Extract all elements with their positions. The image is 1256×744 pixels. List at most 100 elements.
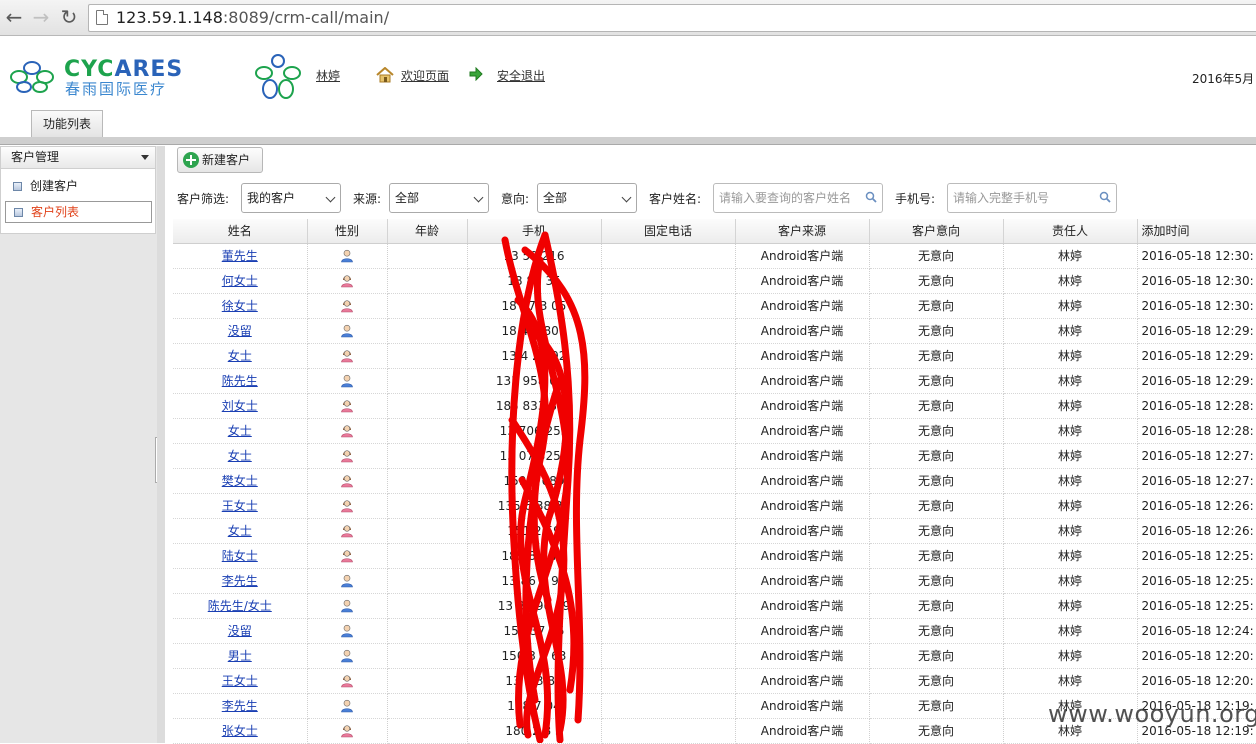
table-row[interactable]: 女士 151 2 59 Android客户端 无意向 林婷 2016-05-18 12:2… [173, 518, 1256, 544]
cell-name[interactable]: 陈先生 [173, 368, 308, 394]
customer-name-link[interactable]: 女士 [228, 349, 252, 363]
cell-name[interactable]: 樊女士 [173, 468, 308, 494]
cell-name[interactable]: 女士 [173, 443, 308, 469]
tab-function-list[interactable]: 功能列表 [31, 110, 103, 137]
cell-landline [601, 493, 736, 519]
cell-source: Android客户端 [735, 293, 870, 319]
cell-age [387, 518, 468, 544]
header-splitter[interactable] [0, 137, 1256, 145]
cell-name[interactable]: 男士 [173, 643, 308, 669]
customer-name-input[interactable] [713, 183, 883, 213]
cell-name[interactable]: 何女士 [173, 268, 308, 294]
cell-name[interactable]: 王女士 [173, 493, 308, 519]
cell-name[interactable]: 张女士 [173, 718, 308, 744]
customer-name-link[interactable]: 陈先生 [222, 374, 258, 388]
logout-link[interactable]: 安全退出 [497, 67, 545, 84]
customer-name-link[interactable]: 王女士 [222, 499, 258, 513]
cell-name[interactable]: 徐女士 [173, 293, 308, 319]
phone-input[interactable] [947, 183, 1117, 213]
cell-name[interactable]: 王女士 [173, 668, 308, 694]
cell-name[interactable]: 女士 [173, 343, 308, 369]
sidebar-item-customer-list[interactable]: 客户列表 [5, 201, 152, 223]
col-header-intent[interactable]: 客户意向 [869, 219, 1004, 244]
customer-name-link[interactable]: 何女士 [222, 274, 258, 288]
cell-mobile: 185 833 886 [467, 393, 602, 419]
table-row[interactable]: 李先生 13 86 2 94 Android客户端 无意向 林婷 2016-05-18 1… [173, 568, 1256, 594]
table-row[interactable]: 董先生 13 59 216 Android客户端 无意向 林婷 2016-05-18 12… [173, 243, 1256, 269]
col-header-mobile[interactable]: 手机 [467, 219, 602, 244]
cell-source: Android客户端 [735, 318, 870, 344]
table-row[interactable]: 没留 18 4 6 809 Android客户端 无意向 林婷 2016-05-18 12… [173, 318, 1256, 344]
search-icon[interactable] [1099, 191, 1111, 203]
cell-name[interactable]: 李先生 [173, 693, 308, 719]
address-bar[interactable]: 123.59.1.148:8089/crm-call/main/ [88, 4, 1256, 32]
cell-name[interactable]: 女士 [173, 518, 308, 544]
cell-name[interactable]: 李先生 [173, 568, 308, 594]
chevron-down-icon[interactable] [141, 155, 149, 160]
customer-name-link[interactable]: 陈先生/女士 [208, 599, 272, 613]
table-row[interactable]: 何女士 18 80 35 Android客户端 无意向 林婷 2016-05-18 12:… [173, 268, 1256, 294]
customer-name-link[interactable]: 女士 [228, 524, 252, 538]
cell-name[interactable]: 女士 [173, 418, 308, 444]
customer-name-link[interactable]: 男士 [228, 649, 252, 663]
col-header-age[interactable]: 年龄 [387, 219, 468, 244]
customer-name-link[interactable]: 李先生 [222, 699, 258, 713]
col-header-gender[interactable]: 性别 [307, 219, 388, 244]
table-row[interactable]: 陈先生 135 958 038 Android客户端 无意向 林婷 2016-05-18 … [173, 368, 1256, 394]
customer-name-link[interactable]: 刘女士 [222, 399, 258, 413]
table-row[interactable]: 女士 13 706 255 Android客户端 无意向 林婷 2016-05-18 12… [173, 418, 1256, 444]
customer-name-link[interactable]: 没留 [228, 324, 252, 338]
cell-name[interactable]: 董先生 [173, 243, 308, 269]
col-header-added-time[interactable]: 添加时间 [1137, 219, 1256, 244]
table-row[interactable]: 徐女士 18 57 3 05 Android客户端 无意向 林婷 2016-05-18 1… [173, 293, 1256, 319]
cell-mobile: 18 4 6 809 [467, 318, 602, 344]
customer-name-link[interactable]: 董先生 [222, 249, 258, 263]
cell-intent: 无意向 [869, 368, 1004, 394]
sidebar-item-create-customer[interactable]: 创建客户 [5, 176, 152, 198]
customer-name-link[interactable]: 陆女士 [222, 549, 258, 563]
exit-arrow-icon[interactable] [469, 67, 483, 81]
customer-name-link[interactable]: 女士 [228, 449, 252, 463]
welcome-page-link[interactable]: 欢迎页面 [401, 67, 449, 84]
table-row[interactable]: 女士 13 4 2 992 Android客户端 无意向 林婷 2016-05-18 12… [173, 343, 1256, 369]
customer-name-link[interactable]: 女士 [228, 424, 252, 438]
current-user-link[interactable]: 林婷 [316, 67, 340, 84]
source-select[interactable]: 全部 [389, 183, 489, 213]
back-arrow-icon[interactable]: ← [3, 6, 25, 28]
table-row[interactable]: 陆女士 189 8 0 77 Android客户端 无意向 林婷 2016-05-18 1… [173, 543, 1256, 569]
cell-name[interactable]: 陈先生/女士 [173, 593, 308, 619]
reload-icon[interactable]: ↻ [58, 6, 80, 28]
home-icon[interactable] [376, 67, 394, 83]
customer-name-link[interactable]: 徐女士 [222, 299, 258, 313]
table-row[interactable]: 女士 13 07 3255 Android客户端 无意向 林婷 2016-05-18 12… [173, 443, 1256, 469]
menu-item-icon [13, 182, 22, 191]
search-icon[interactable] [865, 191, 877, 203]
table-row[interactable]: 樊女士 159 0 089 Android客户端 无意向 林婷 2016-05-18 12… [173, 468, 1256, 494]
cell-name[interactable]: 刘女士 [173, 393, 308, 419]
new-customer-button[interactable]: 新建客户 [177, 147, 263, 173]
col-header-source[interactable]: 客户来源 [735, 219, 870, 244]
male-user-icon [340, 698, 354, 713]
customer-name-link[interactable]: 张女士 [222, 724, 258, 738]
sidebar-group-header[interactable]: 客户管理 [1, 147, 155, 169]
cell-name[interactable]: 陆女士 [173, 543, 308, 569]
col-header-owner[interactable]: 责任人 [1003, 219, 1138, 244]
intent-select[interactable]: 全部 [537, 183, 637, 213]
customer-name-link[interactable]: 樊女士 [222, 474, 258, 488]
forward-arrow-icon[interactable]: → [30, 6, 52, 28]
customer-filter-select[interactable]: 我的客户 [241, 183, 341, 213]
cell-name[interactable]: 没留 [173, 318, 308, 344]
table-row[interactable]: 陈先生/女士 13 85 90 89 Android客户端 无意向 林婷 2016-05-… [173, 593, 1256, 619]
customer-name-link[interactable]: 没留 [228, 624, 252, 638]
table-row[interactable]: 王女士 135 6 38 38 Android客户端 无意向 林婷 2016-05-18 … [173, 493, 1256, 519]
table-row[interactable]: 刘女士 185 833 886 Android客户端 无意向 林婷 2016-05-18 … [173, 393, 1256, 419]
customer-name-link[interactable]: 王女士 [222, 674, 258, 688]
col-header-name[interactable]: 姓名 [173, 219, 308, 244]
url-text[interactable]: 123.59.1.148:8089/crm-call/main/ [116, 8, 389, 27]
cell-name[interactable]: 没留 [173, 618, 308, 644]
table-row[interactable]: 男士 150 3 9 63 Android客户端 无意向 林婷 2016-05-18 12… [173, 643, 1256, 669]
customer-name-link[interactable]: 李先生 [222, 574, 258, 588]
col-header-landline[interactable]: 固定电话 [601, 219, 736, 244]
table-row[interactable]: 没留 15 437 75 Android客户端 无意向 林婷 2016-05-18 12:… [173, 618, 1256, 644]
table-row[interactable]: 王女士 13 2 3 88 Android客户端 无意向 林婷 2016-05-18 12… [173, 668, 1256, 694]
